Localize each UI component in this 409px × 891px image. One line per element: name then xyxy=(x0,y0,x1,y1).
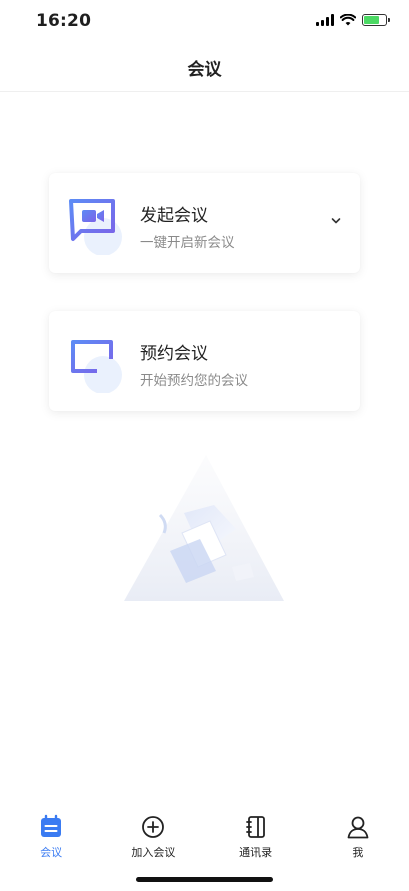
home-indicator xyxy=(136,877,273,882)
card-title: 预约会议 xyxy=(140,344,208,364)
nav-bar: 会议 xyxy=(0,44,409,92)
page-title: 会议 xyxy=(187,60,222,80)
calendar-list-icon xyxy=(41,814,62,837)
tab-bar: 会议 加入会议 通讯录 我 xyxy=(0,808,409,868)
add-circle-icon xyxy=(142,816,165,838)
cellular-signal-icon xyxy=(316,14,334,26)
start-meeting-card[interactable]: 发起会议 一键开启新会议 xyxy=(49,173,360,273)
card-title: 发起会议 xyxy=(140,206,208,226)
tab-contacts[interactable]: 通讯录 xyxy=(205,808,307,868)
tab-me[interactable]: 我 xyxy=(307,808,409,868)
video-chat-icon xyxy=(67,195,127,256)
empty-state-illustration xyxy=(124,455,284,603)
person-icon xyxy=(347,816,369,839)
status-time: 16:20 xyxy=(36,11,92,31)
status-icons xyxy=(316,14,390,26)
tab-join-meeting[interactable]: 加入会议 xyxy=(102,808,204,868)
tab-label: 加入会议 xyxy=(131,846,176,859)
contacts-book-icon xyxy=(245,816,265,838)
status-bar: 16:20 xyxy=(0,0,409,44)
battery-icon xyxy=(362,14,390,26)
wifi-icon xyxy=(340,14,356,26)
card-subtitle: 开始预约您的会议 xyxy=(140,373,248,389)
schedule-meeting-card[interactable]: 预约会议 开始预约您的会议 xyxy=(49,311,360,411)
tab-label: 我 xyxy=(352,846,364,859)
tab-label: 通讯录 xyxy=(239,846,273,859)
card-subtitle: 一键开启新会议 xyxy=(140,235,235,251)
tab-label: 会议 xyxy=(40,846,63,859)
tab-meeting[interactable]: 会议 xyxy=(0,808,102,868)
chevron-down-icon[interactable] xyxy=(330,215,342,227)
calendar-add-icon xyxy=(67,333,127,394)
